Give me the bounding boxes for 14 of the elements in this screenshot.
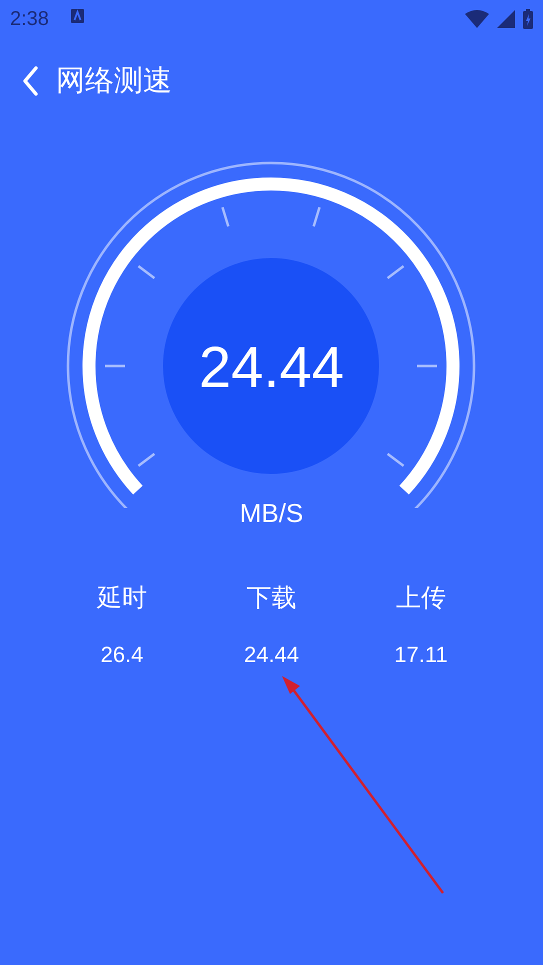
page-title: 网络测速 xyxy=(56,64,172,99)
signal-icon xyxy=(497,10,515,28)
stat-label: 延时 xyxy=(97,583,147,614)
app-notification-icon xyxy=(70,9,84,23)
stat-label: 上传 xyxy=(396,583,446,614)
speed-unit: MB/S xyxy=(238,498,304,529)
stat-label: 下载 xyxy=(246,583,296,614)
wifi-icon xyxy=(465,10,489,28)
battery-icon xyxy=(523,9,533,29)
status-time: 2:38 xyxy=(10,8,49,30)
stat-value: 24.44 xyxy=(244,642,300,668)
speed-value: 24.44 xyxy=(198,338,346,398)
stat-value: 17.11 xyxy=(394,642,448,668)
stat-value: 26.4 xyxy=(100,642,144,668)
